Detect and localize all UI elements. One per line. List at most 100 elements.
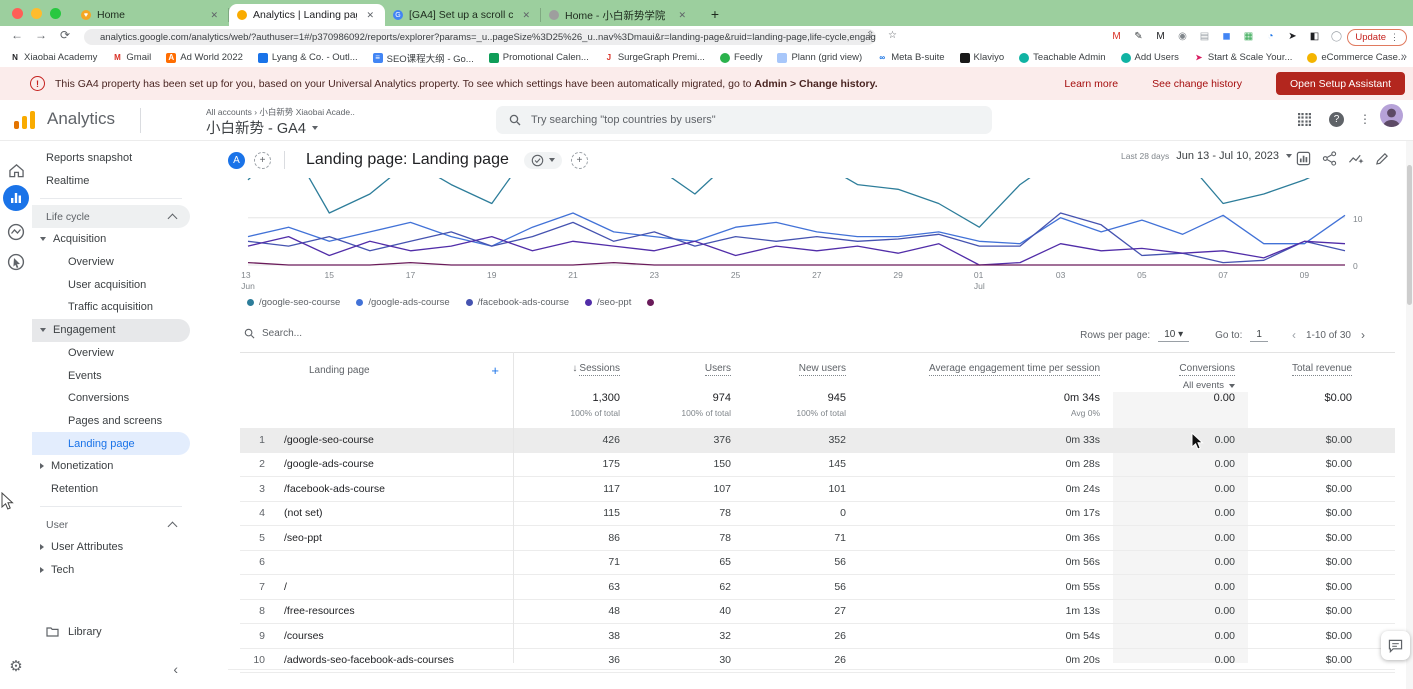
notes-extension-icon[interactable]: ▤ — [1198, 29, 1211, 45]
legend-item[interactable]: /google-seo-course — [247, 297, 340, 308]
sidebar-item-library[interactable]: Library — [32, 620, 204, 643]
browser-tab[interactable]: G[GA4] Set up a scroll conversi✕ — [385, 4, 541, 26]
contrast-extension-icon[interactable]: ◧ — [1308, 29, 1321, 45]
search-input[interactable]: Try searching "top countries by users" — [496, 106, 992, 134]
collapse-sidebar-icon[interactable]: ‹ — [173, 661, 178, 677]
table-row[interactable]: 8/free-resources4840271m 13s0.00$0.00 — [240, 600, 1395, 625]
help-icon[interactable]: ? — [1329, 112, 1344, 127]
sidebar-item-overview[interactable]: Overview — [32, 251, 190, 274]
learn-more-link[interactable]: Learn more — [1064, 78, 1118, 90]
column-header-new-users[interactable]: New users — [731, 353, 846, 376]
insights-icon[interactable] — [1348, 151, 1364, 166]
column-header-engagement[interactable]: Average engagement time per session — [846, 353, 1100, 376]
table-row[interactable]: 4(not set)1157800m 17s0.00$0.00 — [240, 502, 1395, 527]
edit-pencil-icon[interactable] — [1375, 151, 1389, 166]
legend-item[interactable] — [647, 299, 659, 306]
column-header-sessions[interactable]: ↓Sessions — [513, 353, 620, 376]
scrollbar-thumb[interactable] — [1407, 165, 1412, 305]
bookmark-item[interactable]: NXiaobai Academy — [10, 52, 97, 63]
tab-close-icon[interactable]: ✕ — [519, 9, 533, 22]
chevron-right-icon[interactable] — [40, 463, 44, 469]
sidebar-item-life-cycle[interactable]: Life cycle — [32, 205, 190, 228]
sidebar-item-user-attributes[interactable]: User Attributes — [32, 536, 190, 559]
sidebar-item-tech[interactable]: Tech — [32, 559, 190, 582]
blue-extension-icon[interactable]: ◼ — [1220, 29, 1233, 45]
bookmark-item[interactable]: ➤Start & Scale Your... — [1194, 52, 1293, 63]
chevron-up-icon[interactable] — [168, 214, 178, 224]
table-row[interactable]: 2/google-ads-course1751501450m 28s0.00$0… — [240, 453, 1395, 478]
table-row[interactable]: 9/courses3832260m 54s0.00$0.00 — [240, 624, 1395, 649]
table-row[interactable]: 5/seo-ppt8678710m 36s0.00$0.00 — [240, 526, 1395, 551]
previous-page-icon[interactable]: ‹ — [1290, 328, 1298, 342]
chevron-down-icon[interactable] — [40, 237, 46, 241]
avatar[interactable] — [1380, 104, 1403, 127]
browser-tab[interactable]: Analytics | Landing page: Land✕ — [229, 4, 385, 26]
sheet-extension-icon[interactable]: ▦ — [1242, 29, 1255, 45]
swoosh-extension-icon[interactable]: ◔ — [1264, 29, 1277, 45]
bookmark-item[interactable]: Teachable Admin — [1019, 52, 1105, 63]
tab-close-icon[interactable]: ✕ — [675, 9, 689, 22]
sidebar-item-user[interactable]: User — [32, 513, 190, 536]
legend-item[interactable]: /seo-ppt — [585, 297, 631, 308]
close-window-button[interactable] — [12, 8, 23, 19]
bookmark-item[interactable]: Plann (grid view) — [777, 52, 862, 63]
browser-tab[interactable]: ♥Home✕ — [73, 4, 229, 26]
sidebar-item-realtime[interactable]: Realtime — [32, 170, 190, 193]
bookmark-item[interactable]: ≡SEO课程大纲 - Go... — [373, 51, 474, 65]
sidebar-item-events[interactable]: Events — [32, 364, 190, 387]
send-page-icon[interactable]: ⇪ — [866, 30, 874, 41]
report-snapshot-icon[interactable] — [1296, 151, 1311, 166]
explore-icon[interactable] — [3, 219, 29, 245]
bookmark-item[interactable]: Klaviyo — [960, 52, 1005, 63]
sidebar-item-overview[interactable]: Overview — [32, 342, 190, 365]
sidebar-item-traffic-acquisition[interactable]: Traffic acquisition — [32, 296, 190, 319]
advertising-icon[interactable] — [3, 249, 29, 275]
sidebar-item-engagement[interactable]: Engagement — [32, 319, 190, 342]
sessions-line-chart[interactable] — [228, 178, 1378, 268]
table-row[interactable]: 67165560m 56s0.00$0.00 — [240, 551, 1395, 576]
date-range-picker[interactable]: Last 28 days Jun 13 - Jul 10, 2023 — [1121, 150, 1292, 162]
table-row[interactable]: 7/6362560m 55s0.00$0.00 — [240, 575, 1395, 600]
sidebar-item-user-acquisition[interactable]: User acquisition — [32, 273, 190, 296]
tab-close-icon[interactable]: ✕ — [363, 9, 377, 22]
chevron-right-icon[interactable] — [40, 544, 44, 550]
table-row[interactable]: 3/facebook-ads-course1171071010m 24s0.00… — [240, 477, 1395, 502]
bookmark-item[interactable]: Promotional Calen... — [489, 52, 589, 63]
bookmark-item[interactable]: Lyang & Co. - Outl... — [258, 52, 358, 63]
bookmark-item[interactable]: AAd World 2022 — [166, 52, 243, 63]
reload-icon[interactable]: ⟳ — [56, 28, 74, 42]
legend-item[interactable]: /google-ads-course — [356, 297, 449, 308]
table-row[interactable]: 1/google-seo-course4263763520m 33s0.00$0… — [240, 428, 1395, 453]
add-comparison-icon[interactable]: + — [254, 152, 271, 169]
bookmark-item[interactable]: eCommerce Case... — [1307, 52, 1405, 63]
bookmark-item[interactable]: JSurgeGraph Premi... — [604, 52, 705, 63]
more-options-icon[interactable]: ⋮ — [1359, 112, 1371, 126]
next-page-icon[interactable]: › — [1359, 328, 1367, 342]
minimize-window-button[interactable] — [31, 8, 42, 19]
legend-item[interactable]: /facebook-ads-course — [466, 297, 569, 308]
column-header-landing-page[interactable]: Landing page + — [265, 353, 513, 378]
sidebar-item-reports-snapshot[interactable]: Reports snapshot — [32, 147, 190, 170]
report-tab-a[interactable]: A — [228, 152, 245, 169]
sidebar-item-landing-page[interactable]: Landing page — [32, 432, 190, 455]
bookmark-star-icon[interactable]: ☆ — [888, 30, 897, 41]
bookmark-item[interactable]: ∞Meta B-suite — [877, 52, 944, 63]
share-icon[interactable] — [1322, 151, 1337, 166]
conversions-event-select[interactable]: All events — [1100, 380, 1235, 391]
chevron-right-icon[interactable] — [40, 567, 44, 573]
rows-per-page-select[interactable]: 10 ▾ — [1158, 329, 1189, 342]
maximize-window-button[interactable] — [50, 8, 61, 19]
pointer-extension-icon[interactable]: ➤ — [1286, 29, 1299, 45]
add-dimension-icon[interactable]: + — [491, 363, 513, 378]
tab-close-icon[interactable]: ✕ — [207, 9, 221, 22]
sidebar-item-conversions[interactable]: Conversions — [32, 387, 190, 410]
pen-extension-icon[interactable]: ✎ — [1132, 29, 1145, 45]
go-to-input[interactable]: 1 — [1250, 329, 1268, 342]
new-tab-button[interactable]: + — [705, 4, 725, 24]
forward-icon[interactable]: → — [32, 28, 50, 42]
column-header-total-revenue[interactable]: Total revenue — [1235, 353, 1352, 376]
bookmarks-overflow-icon[interactable]: » — [1401, 51, 1407, 63]
column-header-conversions[interactable]: Conversions All events — [1100, 353, 1235, 391]
add-tab-icon[interactable]: + — [571, 152, 588, 169]
apps-grid-icon[interactable] — [1297, 112, 1312, 127]
